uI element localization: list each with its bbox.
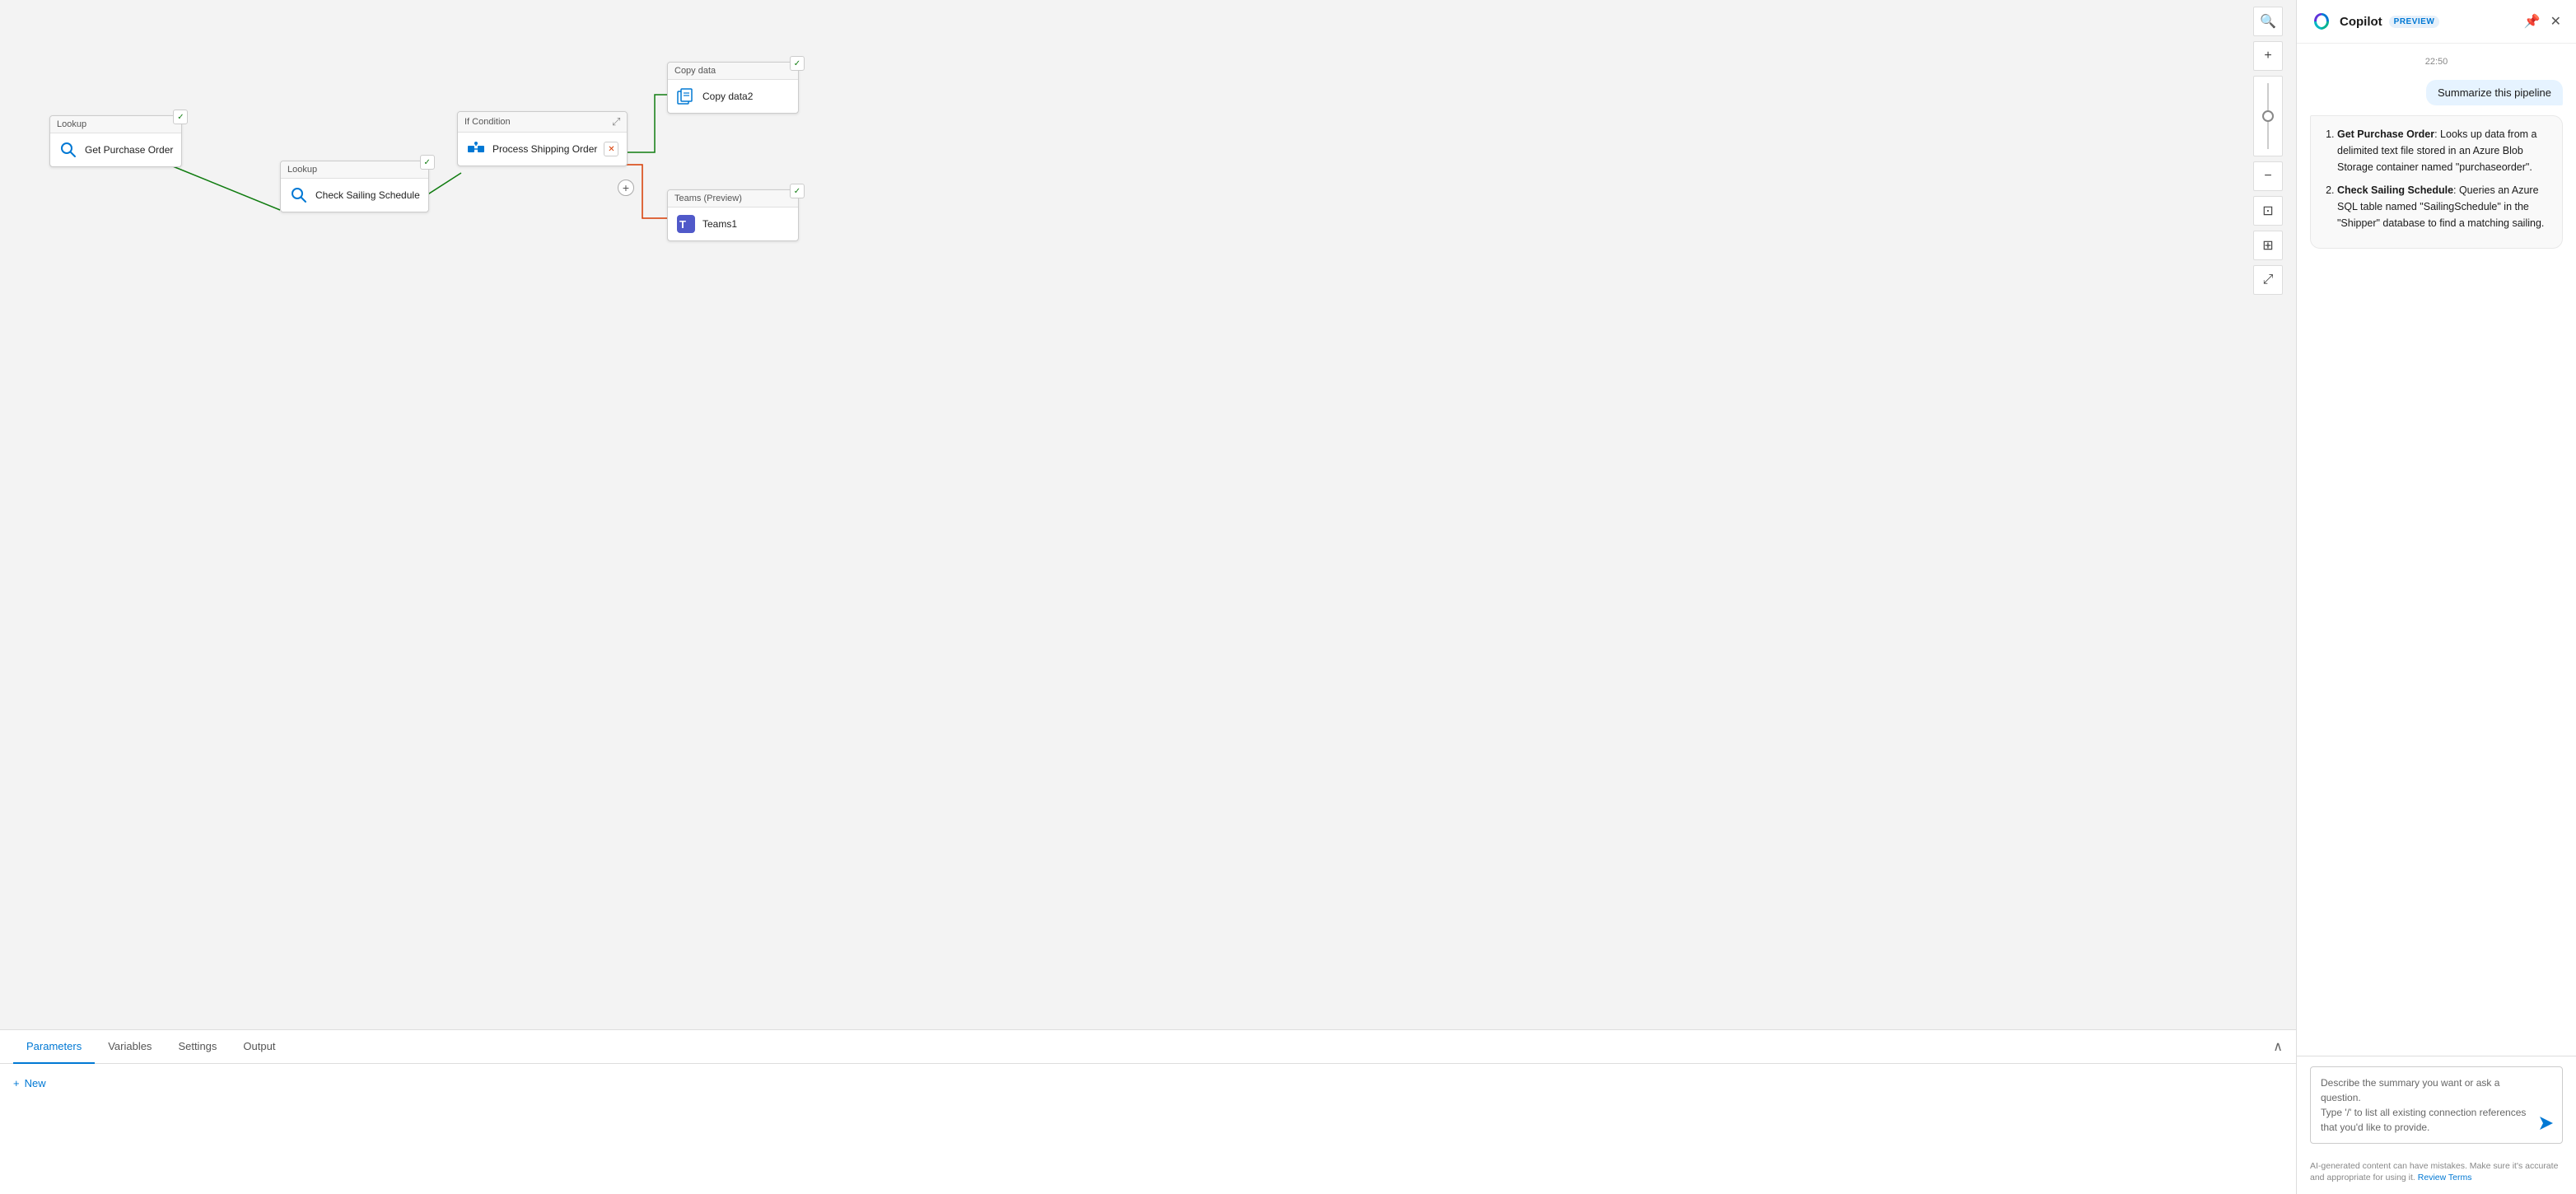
- node-copy-data-header: Copy data: [668, 63, 798, 80]
- add-activity-button[interactable]: +: [618, 180, 634, 196]
- copilot-send-button[interactable]: [2538, 1115, 2555, 1136]
- lookup-icon-1: [58, 140, 78, 160]
- copilot-footer-link[interactable]: Review Terms: [2418, 1173, 2472, 1182]
- bottom-panel: Parameters Variables Settings Output ∧ +…: [0, 1029, 2296, 1194]
- bottom-panel-content: + New: [0, 1064, 2296, 1103]
- node-check-sailing-header: Lookup: [281, 161, 428, 179]
- node-teams[interactable]: Teams (Preview) T Teams1 ✓: [667, 189, 799, 241]
- teams-icon: T: [676, 214, 696, 234]
- if-condition-expand-icon: ⤢: [612, 115, 620, 128]
- item-2-name: Check Sailing Schedule: [2337, 184, 2453, 196]
- tab-settings[interactable]: Settings: [165, 1030, 230, 1064]
- copilot-pin-button[interactable]: 📌: [2522, 12, 2542, 31]
- node-get-purchase-order-body: Get Purchase Order: [50, 133, 181, 166]
- copilot-title: Copilot: [2340, 15, 2382, 29]
- svg-text:T: T: [679, 218, 686, 231]
- zoom-slider-track[interactable]: [2267, 83, 2269, 149]
- copilot-close-button[interactable]: ✕: [2549, 12, 2563, 31]
- copilot-footer: AI-generated content can have mistakes. …: [2297, 1154, 2576, 1194]
- node-teams-body: T Teams1: [668, 208, 798, 240]
- zoom-slider-thumb[interactable]: [2262, 110, 2274, 122]
- bot-message-item-2: Check Sailing Schedule: Queries an Azure…: [2337, 182, 2550, 231]
- copilot-header-actions: 📌 ✕: [2522, 12, 2563, 31]
- node-check-sailing-body: Check Sailing Schedule: [281, 179, 428, 212]
- copilot-panel: Copilot PREVIEW 📌 ✕ 22:50 Summarize this…: [2296, 0, 2576, 1194]
- arrange-button[interactable]: ⊞: [2253, 231, 2283, 260]
- new-plus-icon: +: [13, 1077, 20, 1089]
- bot-message: Get Purchase Order: Looks up data from a…: [2310, 115, 2563, 249]
- node-copy-data-label: Copy data2: [702, 91, 753, 102]
- canvas-toolbar: 🔍 + − ⊡ ⊞ ⤢: [2253, 7, 2283, 295]
- node-if-condition[interactable]: If Condition ⤢ Process Shipping Order ✕: [457, 111, 628, 166]
- bot-message-item-1: Get Purchase Order: Looks up data from a…: [2337, 126, 2550, 175]
- copilot-header: Copilot PREVIEW 📌 ✕: [2297, 0, 2576, 44]
- tab-parameters[interactable]: Parameters: [13, 1030, 95, 1064]
- node-get-purchase-order-label: Get Purchase Order: [85, 144, 173, 156]
- get-purchase-order-check: ✓: [173, 110, 188, 124]
- check-sailing-check: ✓: [420, 155, 435, 170]
- fit-view-button[interactable]: ⊡: [2253, 196, 2283, 226]
- item-1-name: Get Purchase Order: [2337, 128, 2434, 140]
- node-process-shipping-label: Process Shipping Order: [492, 143, 597, 155]
- zoom-out-button[interactable]: −: [2253, 161, 2283, 191]
- message-timestamp: 22:50: [2310, 57, 2563, 67]
- tab-variables[interactable]: Variables: [95, 1030, 165, 1064]
- copilot-preview-badge: PREVIEW: [2389, 16, 2440, 28]
- node-copy-data-body: Copy data2: [668, 80, 798, 113]
- node-copy-data[interactable]: Copy data Copy data2 ✓: [667, 62, 799, 114]
- zoom-in-button[interactable]: +: [2253, 41, 2283, 71]
- new-button-label: New: [25, 1077, 46, 1089]
- process-shipping-x: ✕: [604, 142, 618, 156]
- tab-output[interactable]: Output: [230, 1030, 288, 1064]
- node-teams-label: Teams1: [702, 218, 737, 230]
- pipeline-canvas: Lookup Get Purchase Order ✓ Lookup Check…: [0, 0, 2296, 1029]
- node-check-sailing-label: Check Sailing Schedule: [315, 189, 420, 201]
- copilot-input-wrapper: Describe the summary you want or ask a q…: [2310, 1066, 2563, 1144]
- user-message: Summarize this pipeline: [2426, 80, 2563, 105]
- copy-data-icon: [676, 86, 696, 106]
- node-get-purchase-order-header: Lookup: [50, 116, 181, 133]
- zoom-slider-container: [2253, 76, 2283, 156]
- panel-collapse-button[interactable]: ∧: [2273, 1038, 2283, 1055]
- copy-data-check: ✓: [790, 56, 805, 71]
- node-if-condition-body: Process Shipping Order ✕: [458, 133, 627, 166]
- bottom-panel-tabs: Parameters Variables Settings Output ∧: [0, 1030, 2296, 1064]
- copilot-logo: [2310, 10, 2333, 33]
- node-teams-header: Teams (Preview): [668, 190, 798, 208]
- copilot-input-area: Describe the summary you want or ask a q…: [2297, 1056, 2576, 1154]
- new-parameter-button[interactable]: + New: [13, 1077, 46, 1089]
- process-shipping-icon: [466, 139, 486, 159]
- search-canvas-button[interactable]: 🔍: [2253, 7, 2283, 36]
- node-check-sailing[interactable]: Lookup Check Sailing Schedule ✓: [280, 161, 429, 212]
- expand-button[interactable]: ⤢: [2253, 265, 2283, 295]
- node-get-purchase-order[interactable]: Lookup Get Purchase Order ✓: [49, 115, 182, 167]
- if-condition-label: If Condition: [464, 117, 511, 127]
- connectors-svg: [0, 0, 2296, 1029]
- node-if-condition-header: If Condition ⤢: [458, 112, 627, 133]
- lookup-icon-2: [289, 185, 309, 205]
- teams-check: ✓: [790, 184, 805, 198]
- copilot-messages: 22:50 Summarize this pipeline Get Purcha…: [2297, 44, 2576, 1056]
